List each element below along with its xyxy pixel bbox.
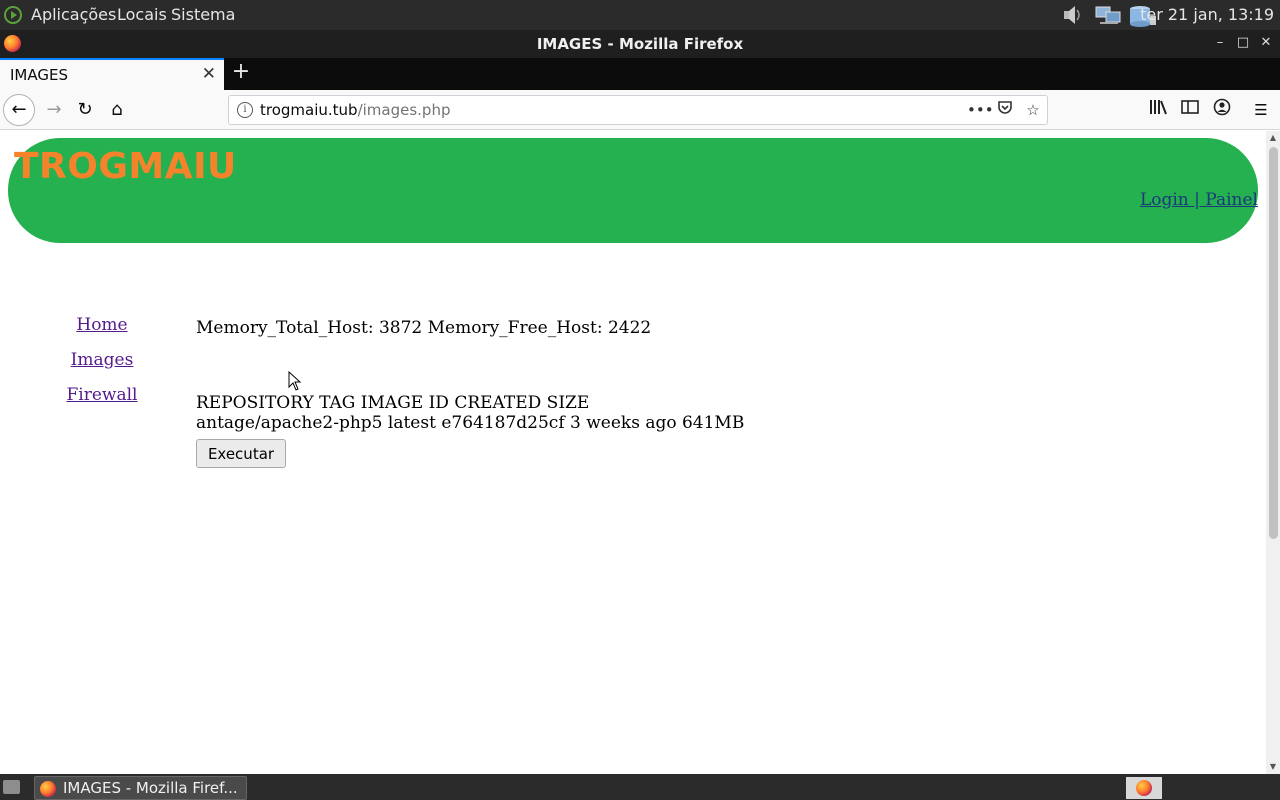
distro-menu-icon[interactable] [4, 6, 22, 24]
images-table-row: antage/apache2-php5 latest e764187d25cf … [196, 413, 745, 433]
executar-button[interactable]: Executar [196, 439, 286, 468]
scroll-down-icon[interactable]: ▼ [1266, 760, 1280, 774]
page-viewport: TROGMAIU Login | Painel Home Images Fire… [0, 131, 1266, 774]
menu-sistema[interactable]: Sistema [171, 5, 235, 24]
system-top-panel: Aplicações Locais Sistema ter 21 jan, 13… [0, 0, 1280, 30]
hamburger-menu-icon[interactable]: ☰ [1249, 98, 1273, 122]
scroll-up-icon[interactable]: ▲ [1266, 131, 1280, 145]
page-actions-icon[interactable]: ••• [967, 99, 994, 121]
back-button[interactable]: ← [3, 94, 35, 126]
nav-link-firewall[interactable]: Firewall [60, 385, 144, 420]
url-text[interactable]: trogmaiu.tub/images.php [260, 101, 451, 119]
maximize-button[interactable]: □ [1232, 32, 1254, 54]
close-tab-icon[interactable]: ✕ [202, 64, 216, 84]
workspace-switcher[interactable] [1126, 777, 1162, 799]
sidebar-icon[interactable] [1178, 98, 1202, 122]
bookmark-star-icon[interactable]: ☆ [1022, 99, 1044, 121]
images-table-header: REPOSITORY TAG IMAGE ID CREATED SIZE [196, 393, 590, 413]
library-icon[interactable] [1146, 98, 1170, 122]
nav-link-images[interactable]: Images [60, 350, 144, 385]
nav-link-home[interactable]: Home [60, 315, 144, 350]
clock[interactable]: ter 21 jan, 13:19 [1140, 5, 1274, 24]
firefox-icon [40, 781, 56, 797]
network-icon[interactable] [1094, 4, 1124, 26]
tab-images[interactable]: IMAGES ✕ [0, 58, 224, 90]
vertical-scrollbar[interactable]: ▲ ▼ [1266, 131, 1280, 774]
memory-info: Memory_Total_Host: 3872 Memory_Free_Host… [196, 318, 652, 338]
forward-button[interactable]: → [38, 94, 70, 126]
site-header-banner: TROGMAIU Login | Painel [8, 138, 1258, 243]
minimize-button[interactable]: – [1209, 32, 1231, 54]
pocket-icon[interactable] [994, 99, 1016, 121]
show-desktop-icon[interactable] [3, 780, 20, 794]
scrollbar-thumb[interactable] [1269, 147, 1278, 539]
menu-locais[interactable]: Locais [117, 5, 167, 24]
site-logo: TROGMAIU [14, 146, 237, 187]
home-button[interactable]: ⌂ [101, 94, 133, 126]
site-info-icon[interactable]: i [237, 102, 253, 118]
new-tab-button[interactable]: + [229, 60, 253, 84]
login-painel-link[interactable]: Login | Painel [1140, 190, 1258, 210]
menu-aplicacoes[interactable]: Aplicações [31, 5, 116, 24]
main-content: Memory_Total_Host: 3872 Memory_Free_Host… [196, 318, 744, 468]
window-title: IMAGES - Mozilla Firefox [536, 35, 744, 53]
reload-button[interactable]: ↻ [69, 94, 101, 126]
url-path: /images.php [357, 101, 451, 119]
navigation-toolbar: ← → ↻ ⌂ i trogmaiu.tub/images.php ••• ☆ … [0, 90, 1280, 130]
url-host: trogmaiu.tub [260, 101, 358, 119]
close-window-button[interactable]: ✕ [1255, 32, 1277, 54]
volume-icon[interactable] [1061, 4, 1083, 26]
account-icon[interactable] [1210, 98, 1234, 122]
tab-label: IMAGES [10, 66, 68, 84]
sidebar-nav: Home Images Firewall [60, 315, 144, 420]
window-titlebar: IMAGES - Mozilla Firefox – □ ✕ [0, 30, 1280, 58]
bottom-taskbar: IMAGES - Mozilla Firef... [0, 774, 1280, 800]
address-bar[interactable]: i trogmaiu.tub/images.php ••• ☆ [228, 95, 1048, 125]
tab-strip: IMAGES ✕ + [0, 58, 1280, 90]
firefox-icon [1136, 780, 1152, 796]
taskbar-window-button[interactable]: IMAGES - Mozilla Firef... [34, 776, 247, 800]
taskbar-window-label: IMAGES - Mozilla Firef... [63, 779, 238, 797]
